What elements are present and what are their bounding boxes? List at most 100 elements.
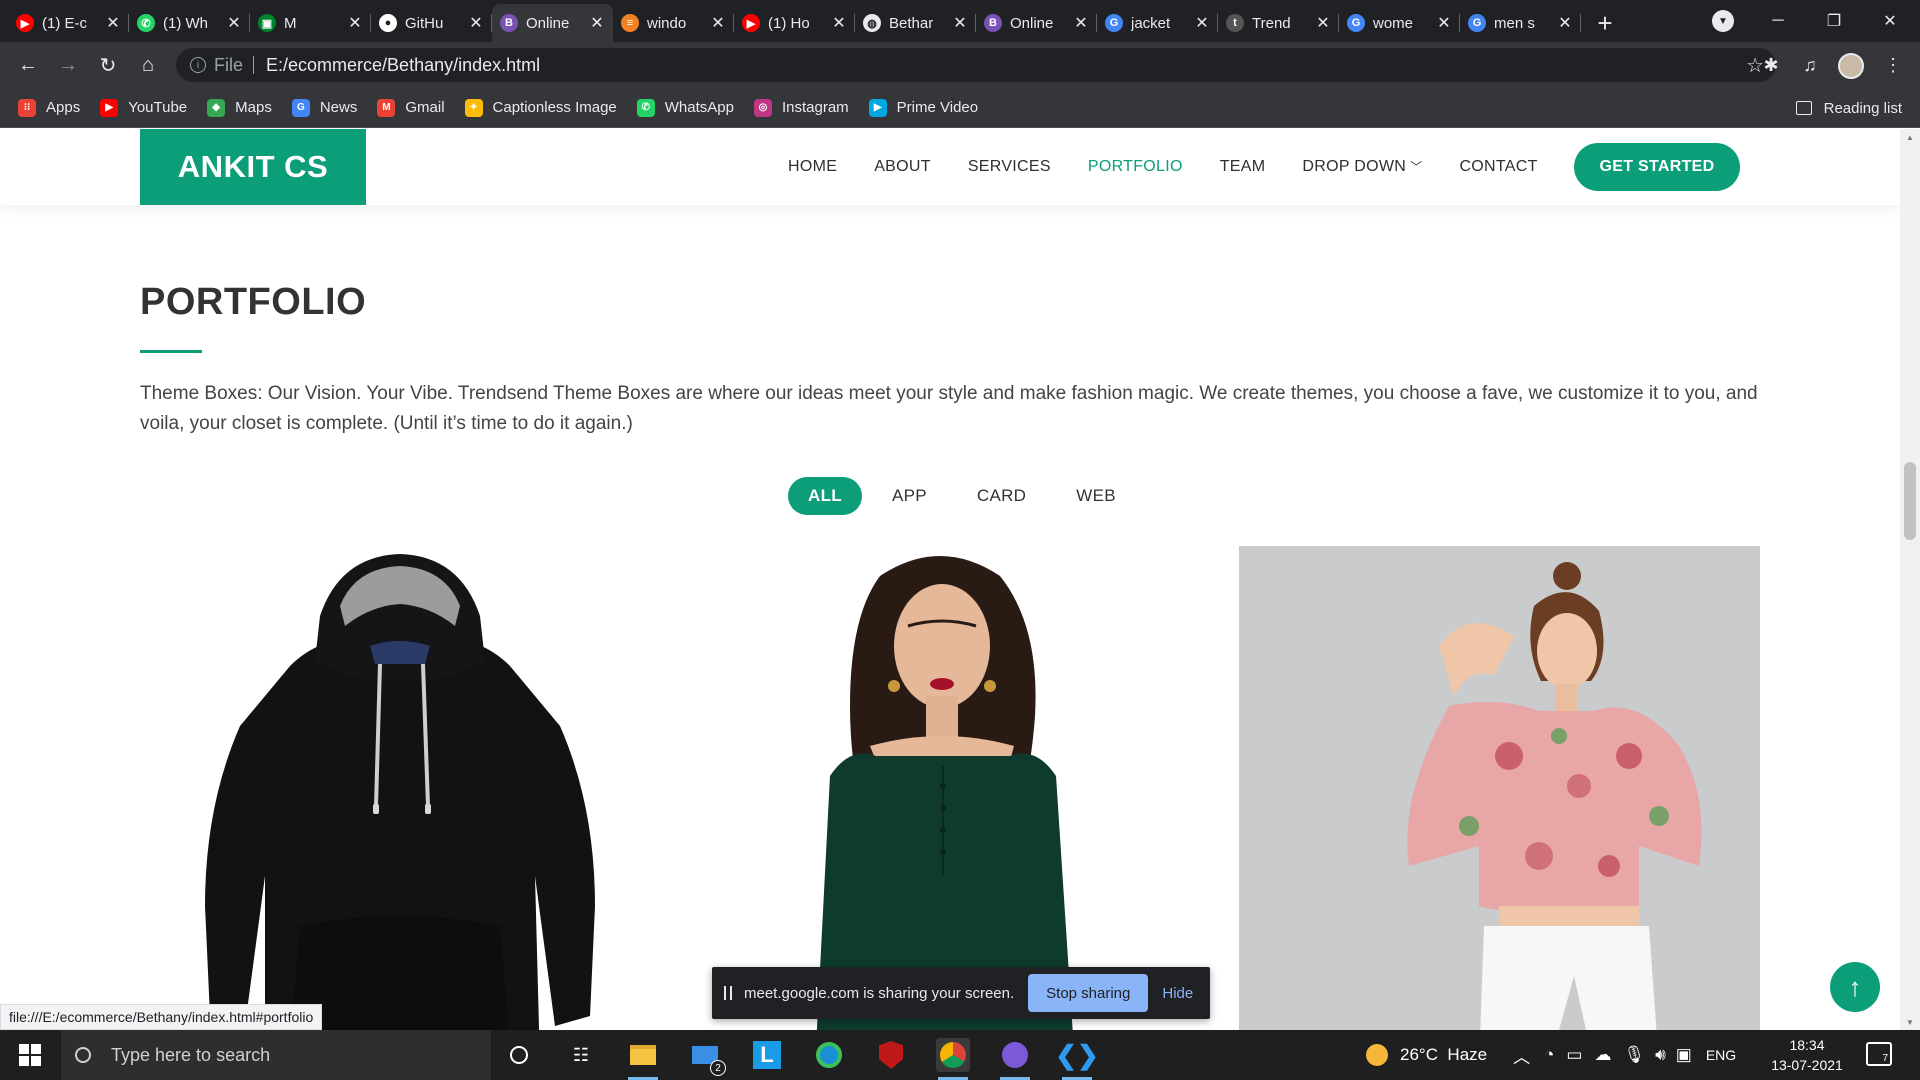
start-button[interactable] [0, 1030, 60, 1080]
new-tab-button[interactable]: + [1587, 4, 1623, 42]
browser-tab[interactable]: B Online ✕ [976, 4, 1097, 42]
bookmark-item[interactable]: ▶ Prime Video [868, 98, 978, 117]
profile-avatar[interactable] [1838, 53, 1864, 79]
reload-button[interactable]: ↻ [94, 51, 122, 79]
browser-tab[interactable]: Gjacket ✕ [1097, 4, 1218, 42]
tab-search-button[interactable]: ▼ [1712, 10, 1734, 32]
close-window-button[interactable]: ✕ [1862, 0, 1918, 42]
nav-services[interactable]: SERVICES [968, 158, 1051, 176]
home-button[interactable]: ⌂ [134, 51, 162, 79]
restore-button[interactable]: ❐ [1806, 0, 1862, 42]
chrome-profile-icon[interactable] [998, 1038, 1032, 1080]
taskbar-search[interactable]: Type here to search [61, 1030, 491, 1080]
nav-dropdown[interactable]: DROP DOWN ﹀ [1302, 158, 1422, 176]
cortana-icon[interactable] [502, 1038, 536, 1072]
scroll-up-arrow-icon[interactable]: ▲ [1900, 129, 1920, 145]
browser-tab[interactable]: ● GitHu ✕ [371, 4, 492, 42]
browser-tab[interactable]: ▶ (1) E-c ✕ [8, 4, 129, 42]
browser-tab[interactable]: t Trend ✕ [1218, 4, 1339, 42]
browser-tab[interactable]: Gwome ✕ [1339, 4, 1460, 42]
bookmark-item[interactable]: G News [291, 98, 357, 117]
bookmark-item[interactable]: ✆ WhatsApp [636, 98, 734, 117]
mcafee-icon[interactable] [874, 1038, 908, 1072]
browser-tab[interactable]: ◍ Bethar ✕ [855, 4, 976, 42]
reading-list-button[interactable]: Reading list [1795, 88, 1902, 128]
chevron-up-icon[interactable]: ︿ [1513, 1043, 1530, 1068]
browser-tab[interactable]: Gmen s ✕ [1460, 4, 1581, 42]
bookmark-item[interactable]: ⁝⁝ Apps [18, 98, 80, 117]
close-tab-icon[interactable]: ✕ [952, 13, 968, 33]
file-explorer-icon[interactable] [626, 1038, 660, 1080]
bookmark-item[interactable]: M Gmail [377, 98, 445, 117]
wifi-icon[interactable]: ◔ [1544, 1045, 1554, 1065]
vscode-icon[interactable]: ❮❯ [1055, 1038, 1099, 1080]
volume-icon[interactable]: 🔊︎ [1655, 1045, 1666, 1065]
close-tab-icon[interactable]: ✕ [589, 13, 605, 33]
nav-portfolio[interactable]: PORTFOLIO [1088, 158, 1183, 176]
close-tab-icon[interactable]: ✕ [468, 13, 484, 33]
close-tab-icon[interactable]: ✕ [105, 13, 121, 33]
filter-all[interactable]: ALL [788, 477, 862, 515]
browser-tab[interactable]: ▣ M ✕ [250, 4, 371, 42]
language-indicator[interactable]: ENG [1706, 1047, 1736, 1063]
menu-kebab-icon[interactable]: ⋮ [1880, 52, 1906, 78]
launcher-l-icon[interactable]: L [750, 1038, 784, 1072]
browser-tab[interactable]: ≡ windo ✕ [613, 4, 734, 42]
address-bar[interactable]: i File E:/ecommerce/Bethany/index.html ☆ [176, 48, 1776, 82]
task-view-icon[interactable]: ☷ [564, 1038, 598, 1072]
bookmarks-bar: ⁝⁝ Apps ▶ YouTube ◆ Maps G News M Gmail ✦ Captionle… [0, 88, 1920, 128]
scroll-down-arrow-icon[interactable]: ▼ [1900, 1014, 1920, 1030]
site-logo[interactable]: ANKIT CS [140, 129, 366, 205]
close-tab-icon[interactable]: ✕ [1557, 13, 1573, 33]
filter-web[interactable]: WEB [1056, 477, 1136, 515]
black-hoodie-image[interactable] [140, 546, 660, 1030]
nav-team[interactable]: TEAM [1220, 158, 1266, 176]
close-tab-icon[interactable]: ✕ [347, 13, 363, 33]
news-icon: G [291, 98, 310, 117]
microphone-icon[interactable]: 🎙︎ [1623, 1045, 1645, 1065]
stop-sharing-button[interactable]: Stop sharing [1028, 974, 1149, 1012]
close-tab-icon[interactable]: ✕ [1436, 13, 1452, 33]
close-tab-icon[interactable]: ✕ [1073, 13, 1089, 33]
minimize-button[interactable]: ─ [1750, 0, 1806, 42]
get-started-button[interactable]: GET STARTED [1574, 143, 1740, 191]
edge-icon[interactable] [812, 1038, 846, 1072]
mail-icon[interactable]: 2 [688, 1038, 726, 1076]
site-info-icon[interactable]: i [190, 57, 206, 73]
woman-green-dress-image[interactable] [680, 546, 1200, 1030]
browser-tab[interactable]: ▶ (1) Ho ✕ [734, 4, 855, 42]
page-scrollbar[interactable]: ▲ ▼ [1900, 129, 1920, 1030]
clock[interactable]: 18:34 13-07-2021 [1762, 1035, 1852, 1075]
extensions-icon[interactable]: ✱ [1758, 52, 1784, 78]
floral-top-image[interactable] [1239, 546, 1760, 1030]
close-tab-icon[interactable]: ✕ [710, 13, 726, 33]
nav-about[interactable]: ABOUT [874, 158, 931, 176]
bookmark-item[interactable]: ◎ Instagram [753, 98, 849, 117]
onedrive-icon[interactable]: ☁ [1594, 1045, 1611, 1065]
browser-tab[interactable]: ✆ (1) Wh ✕ [129, 4, 250, 42]
close-tab-icon[interactable]: ✕ [1194, 13, 1210, 33]
close-tab-icon[interactable]: ✕ [226, 13, 242, 33]
chrome-icon[interactable] [936, 1038, 970, 1080]
nav-home[interactable]: HOME [788, 158, 837, 176]
filter-card[interactable]: CARD [957, 477, 1046, 515]
nav-contact[interactable]: CONTACT [1459, 158, 1537, 176]
back-button[interactable]: ← [14, 51, 42, 79]
close-tab-icon[interactable]: ✕ [1315, 13, 1331, 33]
weather-text[interactable]: 26°C Haze [1400, 1045, 1487, 1065]
windows-logo-icon [19, 1044, 41, 1066]
browser-tab[interactable]: B Online ✕ [492, 4, 613, 42]
forward-button[interactable]: → [54, 51, 82, 79]
battery-icon[interactable]: ▭ [1566, 1045, 1582, 1065]
bookmark-item[interactable]: ▶ YouTube [100, 98, 187, 117]
notification-center-icon[interactable]: 7 [1866, 1042, 1892, 1066]
hide-button[interactable]: Hide [1162, 985, 1193, 1002]
bookmark-item[interactable]: ✦ Captionless Image [464, 98, 617, 117]
back-to-top-button[interactable]: ↑ [1830, 962, 1880, 1012]
scrollbar-thumb[interactable] [1904, 462, 1916, 540]
meet-presenting-icon[interactable]: ▣ [1676, 1045, 1692, 1065]
bookmark-item[interactable]: ◆ Maps [207, 98, 272, 117]
close-tab-icon[interactable]: ✕ [831, 13, 847, 33]
media-control-icon[interactable]: ♫ [1797, 52, 1823, 78]
filter-app[interactable]: APP [872, 477, 947, 515]
